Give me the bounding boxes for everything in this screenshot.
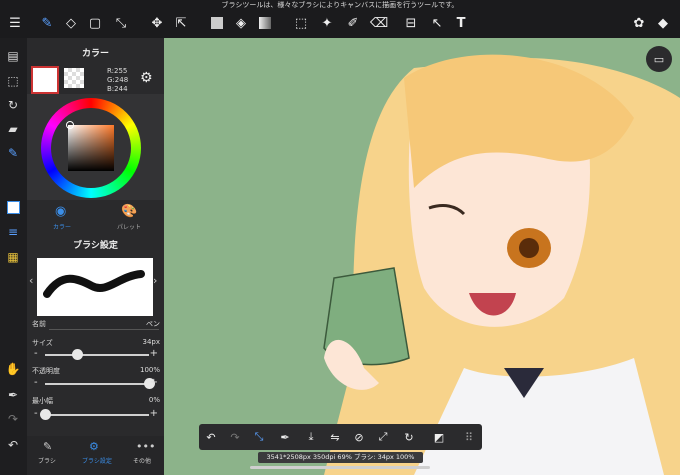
transform-tool-icon[interactable]: ⇱ xyxy=(172,14,190,32)
redo-icon[interactable]: ↷ xyxy=(4,410,22,428)
minwidth-slider-track[interactable] xyxy=(45,414,149,416)
primary-color-swatch[interactable] xyxy=(31,66,59,94)
drawing-canvas[interactable]: ▭ xyxy=(164,38,680,475)
pen-mode-icon[interactable]: ✎ xyxy=(4,144,22,162)
color-swatch-icon[interactable] xyxy=(4,198,22,216)
opacity-value: 100% xyxy=(139,366,160,374)
operation-tool-icon[interactable]: ↖ xyxy=(428,14,446,32)
move-tool-icon[interactable]: ✥ xyxy=(148,14,166,32)
select-pen-icon[interactable]: ⤡ xyxy=(112,14,130,32)
size-slider-knob[interactable] xyxy=(71,349,83,360)
minwidth-plus-icon[interactable]: + xyxy=(150,408,158,419)
gradient-tool-icon[interactable] xyxy=(256,14,274,32)
brush-tab-label[interactable]: ブラシ xyxy=(38,456,56,465)
hand-tool-icon[interactable]: ✋ xyxy=(4,360,22,378)
minwidth-label: 最小幅 xyxy=(32,397,53,405)
prev-brush-icon[interactable]: ‹ xyxy=(29,274,33,287)
bucket-tool-icon[interactable]: ◈ xyxy=(232,14,250,32)
color-tab-icon[interactable]: ◉ xyxy=(55,204,66,219)
select-brush-icon[interactable]: ✐ xyxy=(344,14,362,32)
name-value: ペン xyxy=(146,320,160,328)
brush-tab-icon[interactable]: ✎ xyxy=(43,440,52,453)
brush-settings-tab-label[interactable]: ブラシ設定 xyxy=(82,456,112,465)
next-brush-icon[interactable]: › xyxy=(153,274,157,287)
redo-button-icon[interactable]: ↷ xyxy=(227,429,243,445)
eyedropper-button-icon[interactable]: ✒ xyxy=(277,429,293,445)
minwidth-slider-knob[interactable] xyxy=(39,409,51,420)
brush-list-icon[interactable]: ≡ xyxy=(4,223,22,241)
rgb-red: R:255 xyxy=(107,67,128,75)
size-value: 34px xyxy=(142,338,161,346)
size-slider-track[interactable] xyxy=(45,354,149,356)
select-marquee-icon[interactable]: ⬚ xyxy=(292,14,310,32)
select-eraser-icon[interactable]: ⌫ xyxy=(370,14,388,32)
brush-tool-icon[interactable]: ✎ xyxy=(38,14,56,32)
save-icon[interactable]: ⤓ xyxy=(303,429,319,445)
select-rect-icon[interactable]: ▢ xyxy=(86,14,104,32)
eraser-tool-icon[interactable]: ◇ xyxy=(62,14,80,32)
left-sidebar: ▤ ⬚ ↻ ▰ ✎ ≡ ▦ ✋ ✒ ↷ ↶ xyxy=(0,38,27,475)
layer-stack-icon[interactable]: ▦ xyxy=(4,248,22,266)
rgb-green: G:248 xyxy=(107,76,129,84)
status-bar: 3541*2508px 350dpi 69% ブラシ: 34px 100% xyxy=(258,452,423,463)
more-tab-label[interactable]: その他 xyxy=(133,456,151,465)
flip-icon[interactable]: ⇋ xyxy=(327,429,343,445)
name-label: 名前 xyxy=(32,320,46,328)
layers-icon[interactable]: ◆ xyxy=(654,14,672,32)
secondary-color-swatch[interactable] xyxy=(64,68,84,88)
snap-off-icon[interactable]: ⊘ xyxy=(351,429,367,445)
rgb-blue: B:244 xyxy=(107,85,128,93)
canvas-view-icon[interactable]: ▭ xyxy=(646,46,672,72)
reference-icon[interactable]: ◩ xyxy=(431,429,447,445)
saturation-square[interactable] xyxy=(68,125,114,171)
brush-preview xyxy=(37,258,153,316)
undo-icon[interactable]: ↶ xyxy=(4,436,22,454)
minwidth-value: 0% xyxy=(148,396,160,404)
palette-tab-label[interactable]: パレット xyxy=(117,222,141,231)
color-panel-title: カラー xyxy=(81,49,109,59)
ruler-icon[interactable]: ▰ xyxy=(4,120,22,138)
text-tool-icon[interactable]: T xyxy=(452,14,470,32)
material-icon[interactable]: ✿ xyxy=(630,14,648,32)
quick-toolbar: ↶ ↷ ⤡ ✒ ⤓ ⇋ ⊘ ⤢ ↻ ◩ ⠿ xyxy=(199,424,482,450)
opacity-slider-track[interactable] xyxy=(45,383,149,385)
menu-icon[interactable]: ☰ xyxy=(6,14,24,32)
opacity-minus-icon[interactable]: - xyxy=(34,377,38,388)
minwidth-minus-icon[interactable]: - xyxy=(34,408,38,419)
tool-hint: ブラシツールは、様々なブラシによりキャンバスに描画を行うツールです。 xyxy=(221,1,459,9)
brush-settings-title: ブラシ設定 xyxy=(73,241,118,251)
select-toggle-icon[interactable]: ⤡ xyxy=(251,429,267,445)
opacity-label: 不透明度 xyxy=(32,367,60,375)
color-tab-label[interactable]: カラー xyxy=(53,222,71,231)
magic-wand-icon[interactable]: ✦ xyxy=(318,14,336,32)
fit-icon[interactable]: ⤢ xyxy=(375,429,391,445)
brush-settings-tab-icon[interactable]: ⚙ xyxy=(89,440,99,453)
opacity-plus-icon[interactable]: + xyxy=(150,377,158,388)
size-plus-icon[interactable]: + xyxy=(150,348,158,359)
rotate-icon[interactable]: ↻ xyxy=(4,96,22,114)
eyedropper-icon[interactable]: ✒ xyxy=(4,386,22,404)
rotate-reset-icon[interactable]: ↻ xyxy=(401,429,417,445)
side-panel: カラー R:255 G:248 B:244 ⚙ ◉ カラー 🎨 パレット ブラシ… xyxy=(27,38,164,475)
drag-handle-icon[interactable]: ⠿ xyxy=(461,429,477,445)
gear-icon[interactable]: ⚙ xyxy=(140,70,153,86)
selection-icon[interactable]: ⬚ xyxy=(4,72,22,90)
palette-tab-icon[interactable]: 🎨 xyxy=(121,204,137,219)
frame-divider-icon[interactable]: ⊟ xyxy=(402,14,420,32)
size-label: サイズ xyxy=(32,339,53,347)
fill-color-icon[interactable] xyxy=(208,14,226,32)
home-indicator xyxy=(250,466,430,469)
layer-list-icon[interactable]: ▤ xyxy=(4,47,22,65)
color-picker-handle[interactable] xyxy=(66,121,74,129)
size-minus-icon[interactable]: - xyxy=(34,348,38,359)
top-toolbar: ブラシツールは、様々なブラシによりキャンバスに描画を行うツールです。 ☰ ✎ ◇… xyxy=(0,0,680,38)
undo-button-icon[interactable]: ↶ xyxy=(203,429,219,445)
more-tab-icon[interactable]: ••• xyxy=(136,440,155,453)
